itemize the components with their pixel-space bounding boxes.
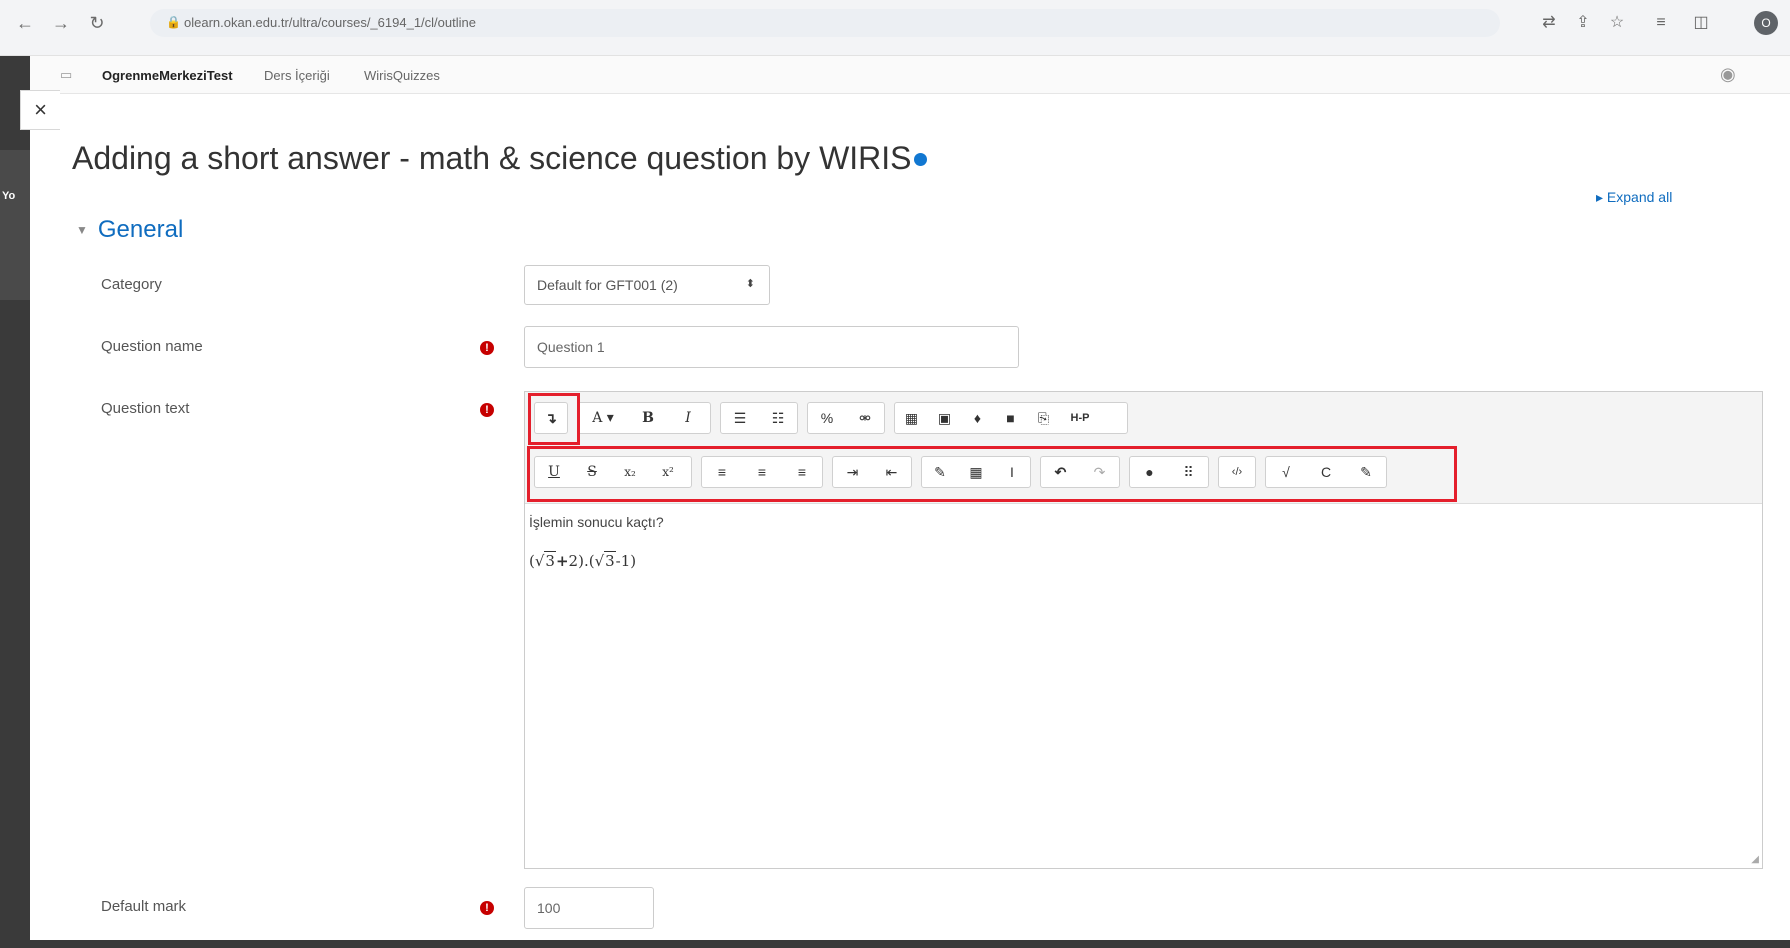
page-title: Adding a short answer - math & science q… [72, 140, 927, 177]
link-button[interactable]: % [808, 403, 846, 433]
toolbar-group-toggle: ↴ [534, 402, 568, 434]
accessibility-checker-button[interactable]: ● [1130, 457, 1169, 487]
screenreader-helper-button[interactable]: ⠿ [1169, 457, 1208, 487]
toolbar-group-html: ‹/› [1218, 456, 1256, 488]
question-name-value: Question 1 [537, 339, 605, 355]
superscript-button[interactable]: x² [649, 457, 687, 487]
align-left-button[interactable]: ≡ [702, 457, 742, 487]
default-mark-value: 100 [537, 900, 561, 916]
bottom-strip [0, 940, 1790, 948]
align-center-button[interactable]: ≡ [742, 457, 782, 487]
address-bar[interactable]: 🔒 olearn.okan.edu.tr/ultra/courses/_6194… [150, 9, 1500, 37]
toolbar-group-lists: ☰ ☷ [720, 402, 798, 434]
category-label: Category [101, 276, 162, 293]
section-general-header[interactable]: ▼ General [76, 216, 183, 244]
reading-list-icon[interactable]: ≡ [1650, 10, 1672, 36]
toolbar-group-links: % ⚮ [807, 402, 885, 434]
html-source-button[interactable]: ‹/› [1219, 457, 1255, 487]
table-button[interactable]: ▦ [958, 457, 994, 487]
math-expression: (√3+2).(√3-1) [529, 551, 637, 570]
preview-eye-icon[interactable]: ◉ [1720, 64, 1736, 85]
required-icon: ! [480, 901, 494, 915]
unlink-button[interactable]: ⚮ [846, 403, 884, 433]
record-video-button[interactable]: ■ [994, 403, 1027, 433]
equation-button[interactable]: ✎ [922, 457, 958, 487]
category-select[interactable]: Default for GFT001 (2) ⬍ [524, 265, 770, 305]
show-more-buttons-button[interactable]: ↴ [535, 403, 567, 433]
media-button[interactable]: ▣ [928, 403, 961, 433]
editor-toolbar: ↴ A ▾ B I ☰ ☷ % ⚮ ▦ ▣ ♦ ■ ⎘ H-P U S x₂ x… [525, 392, 1762, 504]
manage-files-button[interactable]: ⎘ [1027, 403, 1060, 433]
h5p-button[interactable]: H-P [1060, 403, 1100, 433]
category-selected-value: Default for GFT001 (2) [537, 277, 678, 293]
editor-content[interactable]: İşlemin sonucu kaçtı? (√3+2).(√3-1) [529, 514, 664, 592]
strikethrough-button[interactable]: S [573, 457, 611, 487]
help-icon[interactable] [913, 153, 927, 167]
resize-handle-icon[interactable]: ◢ [1751, 854, 1759, 865]
required-icon: ! [480, 341, 494, 355]
back-icon[interactable]: ← [14, 12, 36, 34]
share-icon[interactable]: ⇪ [1572, 10, 1594, 36]
indent-button[interactable]: ⇥ [833, 457, 872, 487]
question-name-label: Question name [101, 338, 203, 355]
toolbar-group-wiris: √ C ✎ [1265, 456, 1387, 488]
toolbar-group-insert: ✎ ▦ I [921, 456, 1031, 488]
clear-formatting-button[interactable]: I [994, 457, 1030, 487]
default-mark-input[interactable]: 100 [524, 887, 654, 929]
wiris-math-editor-button[interactable]: √ [1266, 457, 1306, 487]
unordered-list-button[interactable]: ☰ [721, 403, 759, 433]
select-arrows-icon: ⬍ [745, 278, 755, 290]
required-icon: ! [480, 403, 494, 417]
record-audio-button[interactable]: ♦ [961, 403, 994, 433]
chat-icon[interactable]: ▭ [60, 67, 72, 83]
lock-icon: 🔒 [166, 15, 181, 29]
collapse-triangle-icon: ▼ [76, 223, 88, 237]
question-text-editor[interactable]: ↴ A ▾ B I ☰ ☷ % ⚮ ▦ ▣ ♦ ■ ⎘ H-P U S x₂ x… [524, 391, 1763, 869]
image-button[interactable]: ▦ [895, 403, 928, 433]
browser-chrome: ← → ↻ 🔒 olearn.okan.edu.tr/ultra/courses… [0, 0, 1790, 56]
redo-button[interactable]: ↷ [1080, 457, 1119, 487]
toolbar-group-indent: ⇥ ⇤ [832, 456, 912, 488]
side-panel-icon[interactable]: ◫ [1690, 10, 1712, 36]
tab-ders-icerigi[interactable]: Ders İçeriği [264, 68, 330, 83]
reload-icon[interactable]: ↻ [86, 12, 108, 34]
expand-all-link[interactable]: ▸ Expand all [1596, 189, 1672, 206]
outdent-button[interactable]: ⇤ [872, 457, 911, 487]
toolbar-group-text-format: U S x₂ x² [534, 456, 692, 488]
forward-icon[interactable]: → [50, 12, 72, 34]
toolbar-group-history: ↶ ↷ [1040, 456, 1120, 488]
toolbar-group-style: A ▾ B I [577, 402, 711, 434]
underline-button[interactable]: U [535, 457, 573, 487]
left-strip-highlight [0, 150, 30, 300]
wiris-chemistry-editor-button[interactable]: C [1306, 457, 1346, 487]
left-strip-label: Yo [2, 190, 16, 202]
question-text-line: İşlemin sonucu kaçtı? [529, 514, 664, 530]
default-mark-label: Default mark [101, 898, 187, 915]
tab-wirisquizzes[interactable]: WirisQuizzes [364, 68, 440, 83]
question-text-label: Question text [101, 400, 190, 417]
wiris-handwriting-button[interactable]: ✎ [1346, 457, 1386, 487]
url-text: olearn.okan.edu.tr/ultra/courses/_6194_1… [184, 15, 476, 30]
subscript-button[interactable]: x₂ [611, 457, 649, 487]
toolbar-group-align: ≡ ≡ ≡ [701, 456, 823, 488]
course-top-nav: ▭ OgrenmeMerkeziTest Ders İçeriği WirisQ… [30, 56, 1790, 94]
align-right-button[interactable]: ≡ [782, 457, 822, 487]
translate-icon[interactable]: ⇄ [1538, 10, 1560, 36]
bookmark-star-icon[interactable]: ☆ [1606, 10, 1628, 36]
italic-button[interactable]: I [668, 403, 708, 433]
course-name[interactable]: OgrenmeMerkeziTest [102, 68, 233, 83]
profile-avatar[interactable]: O [1754, 11, 1778, 35]
font-style-button[interactable]: A ▾ [578, 403, 628, 433]
undo-button[interactable]: ↶ [1041, 457, 1080, 487]
close-button[interactable]: × [20, 90, 60, 130]
bold-button[interactable]: B [628, 403, 668, 433]
question-name-input[interactable]: Question 1 [524, 326, 1019, 368]
ordered-list-button[interactable]: ☷ [759, 403, 797, 433]
toolbar-group-accessibility: ● ⠿ [1129, 456, 1209, 488]
toolbar-group-media: ▦ ▣ ♦ ■ ⎘ H-P [894, 402, 1128, 434]
